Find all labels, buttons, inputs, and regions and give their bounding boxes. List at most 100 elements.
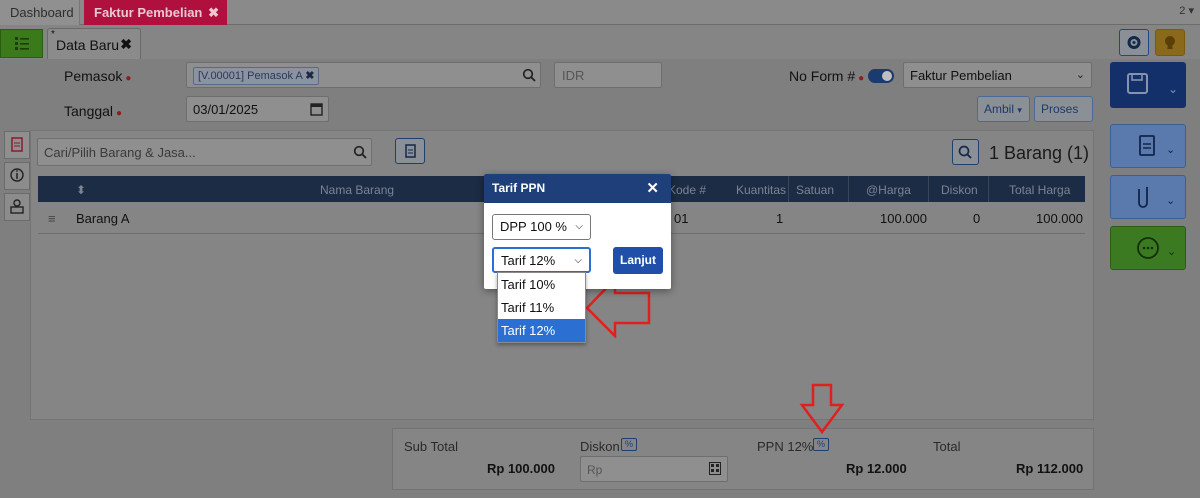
row-kuantitas[interactable]: 1: [776, 211, 783, 226]
document-icon: [11, 137, 23, 152]
row-total[interactable]: 100.000: [1036, 211, 1083, 226]
more-actions-button[interactable]: ⌄: [1110, 226, 1186, 270]
tanggal-field[interactable]: 03/01/2025: [186, 96, 329, 122]
col-divider: [988, 176, 989, 202]
col-divider: [788, 176, 789, 202]
gear-icon: [1127, 36, 1141, 49]
annotation-arrow-down: [799, 383, 845, 435]
tanggal-label-text: Tanggal: [64, 103, 114, 119]
tab-faktur-label: Faktur Pembelian: [94, 5, 203, 20]
required-marker: ●: [116, 108, 123, 119]
search-icon[interactable]: [353, 145, 367, 159]
drag-handle-icon[interactable]: ≡: [48, 211, 56, 226]
tarif-value: Tarif 12%: [501, 253, 556, 268]
diskon-label: Diskon: [580, 439, 620, 454]
calculator-icon[interactable]: [709, 462, 721, 475]
dpp-select[interactable]: DPP 100 % ⌵: [492, 214, 591, 240]
required-marker: ●: [125, 73, 132, 84]
pemasok-label: Pemasok ●: [64, 68, 131, 84]
diskon-placeholder: Rp: [587, 463, 603, 477]
document-icon: ⌄: [1139, 135, 1175, 156]
tarif-select[interactable]: Tarif 12% ⌵: [492, 247, 591, 273]
save-icon: ⌄: [1127, 73, 1178, 96]
col-nama-barang[interactable]: Nama Barang: [320, 183, 394, 197]
row-harga[interactable]: 100.000: [880, 211, 927, 226]
list-icon: [15, 37, 29, 50]
tanggal-value: 03/01/2025: [193, 102, 259, 117]
tarif-option-12[interactable]: Tarif 12%: [498, 319, 585, 342]
col-kuantitas[interactable]: Kuantitas: [736, 183, 786, 197]
tarif-option-11[interactable]: Tarif 11%: [498, 296, 585, 319]
subtotal-label: Sub Total: [404, 439, 458, 454]
pemasok-chip-text: [V.00001] Pemasok A: [198, 70, 303, 82]
doc-tab-data-baru[interactable]: * Data Baru ✖: [47, 28, 141, 59]
diskon-input[interactable]: Rp: [580, 456, 728, 482]
svg-text:⌄: ⌄: [1167, 245, 1176, 258]
close-icon[interactable]: ✖: [120, 36, 132, 53]
proses-label: Proses: [1041, 102, 1079, 116]
grid-search-button[interactable]: [952, 139, 979, 165]
svg-text:⌄: ⌄: [1166, 194, 1175, 207]
calendar-icon[interactable]: [310, 102, 323, 116]
chevron-down-icon: ⌵: [574, 255, 582, 266]
col-kode[interactable]: Kode #: [668, 183, 706, 197]
side-tab-supplier[interactable]: [4, 193, 30, 221]
document-icon: [405, 144, 416, 158]
close-icon[interactable]: ✕: [646, 179, 659, 197]
summary-panel: [392, 428, 1094, 490]
no-form-label-text: No Form #: [789, 68, 856, 84]
form-type-value: Faktur Pembelian: [910, 68, 1012, 83]
sort-icon[interactable]: ⬍: [76, 183, 86, 197]
tab-dashboard-label: Dashboard: [10, 5, 74, 20]
ppn-percent-toggle[interactable]: %: [813, 438, 830, 451]
print-button[interactable]: ⌄: [1110, 124, 1186, 168]
tab-dashboard[interactable]: Dashboard: [0, 0, 80, 25]
tips-button[interactable]: [1155, 29, 1185, 56]
item-count: 1 Barang (1): [989, 143, 1090, 163]
ppn-label: PPN 12%: [757, 439, 814, 454]
pemasok-label-text: Pemasok: [64, 68, 123, 84]
pemasok-chip[interactable]: [V.00001] Pemasok A ✖: [193, 67, 320, 85]
svg-text:⌄: ⌄: [1168, 82, 1178, 96]
dpp-value: DPP 100 %: [500, 219, 567, 234]
tarif-option-10[interactable]: Tarif 10%: [498, 273, 585, 296]
close-icon[interactable]: ✖: [305, 70, 314, 82]
diskon-percent-toggle[interactable]: %: [621, 438, 638, 451]
side-tab-items[interactable]: [4, 131, 30, 159]
row-diskon[interactable]: 0: [973, 211, 980, 226]
side-tab-info[interactable]: [4, 162, 30, 190]
search-icon: [958, 145, 972, 159]
col-diskon[interactable]: Diskon: [941, 183, 978, 197]
form-type-select[interactable]: Faktur Pembelian ⌄: [903, 62, 1092, 88]
tab-counter[interactable]: 2 ▾: [1179, 4, 1194, 17]
paperclip-icon: ⌄: [1138, 187, 1175, 208]
settings-button[interactable]: [1119, 29, 1149, 56]
attachment-button[interactable]: ⌄: [1110, 175, 1186, 219]
tab-faktur-pembelian[interactable]: Faktur Pembelian ✖: [84, 0, 227, 25]
currency-field[interactable]: IDR: [554, 62, 662, 88]
lanjut-button[interactable]: Lanjut: [613, 247, 663, 274]
no-form-toggle[interactable]: [868, 69, 894, 83]
save-button[interactable]: ⌄: [1110, 62, 1186, 108]
search-icon[interactable]: [522, 68, 536, 82]
more-icon: ⌄: [1137, 237, 1176, 259]
col-harga[interactable]: @Harga: [866, 183, 911, 197]
tanggal-label: Tanggal ●: [64, 103, 122, 119]
close-icon[interactable]: ✖: [208, 0, 219, 25]
row-nama[interactable]: Barang A: [76, 211, 130, 226]
row-kode[interactable]: 01: [674, 211, 688, 226]
lightbulb-icon: [1165, 36, 1175, 49]
item-detail-button[interactable]: [395, 138, 425, 164]
svg-text:⌄: ⌄: [1166, 143, 1175, 156]
tarif-dropdown: Tarif 10% Tarif 11% Tarif 12%: [497, 272, 586, 343]
col-satuan[interactable]: Satuan: [796, 183, 834, 197]
col-total-harga[interactable]: Total Harga: [1009, 183, 1070, 197]
no-form-label: No Form # ●: [789, 68, 864, 84]
document-toolbar: [0, 25, 1200, 59]
ambil-button[interactable]: Ambil ▾: [977, 96, 1030, 122]
item-search-placeholder: Cari/Pilih Barang & Jasa...: [44, 145, 196, 160]
chevron-down-icon: ⌵: [575, 221, 583, 232]
proses-button[interactable]: Proses ▾: [1034, 96, 1093, 139]
list-view-button[interactable]: [0, 29, 43, 58]
item-search-input[interactable]: Cari/Pilih Barang & Jasa...: [37, 138, 372, 166]
